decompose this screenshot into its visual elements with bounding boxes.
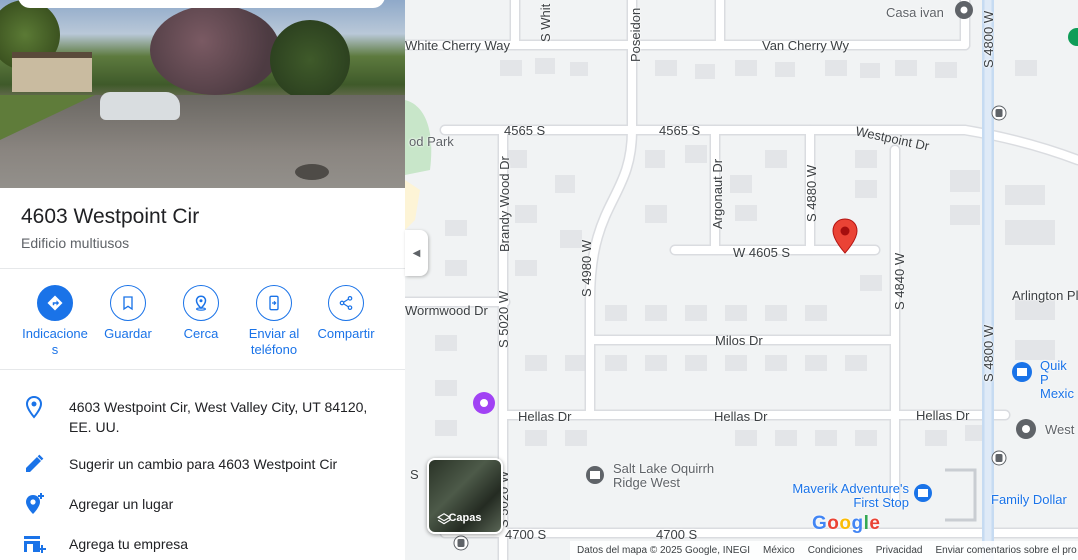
add-business-text: Agrega tu empresa — [69, 536, 189, 552]
feedback-link[interactable]: Enviar comentarios sobre el pro — [935, 545, 1076, 556]
street-label: Hellas Dr — [518, 409, 572, 424]
street-label: Hellas Dr — [916, 408, 970, 423]
park-label: od Park — [409, 134, 454, 149]
nearby-button[interactable]: Cerca — [165, 285, 237, 342]
street-label: White Cherry Way — [405, 38, 510, 53]
street-label: S 4880 W — [804, 164, 819, 222]
search-box-edge — [18, 0, 385, 8]
add-business-row[interactable]: Agrega tu empresa — [0, 532, 405, 556]
share-icon — [328, 285, 364, 321]
add-place-text: Agregar un lugar — [69, 496, 174, 512]
send-to-phone-button[interactable]: Enviar al teléfono — [238, 285, 310, 358]
street-label: S 4840 W — [892, 252, 907, 310]
divider — [0, 268, 405, 269]
share-button[interactable]: Compartir — [310, 285, 382, 342]
street-label: Milos Dr — [715, 333, 763, 348]
street-label: S 4800 W — [981, 324, 996, 382]
green-marker — [1068, 28, 1078, 46]
street-label: S 4980 W — [579, 239, 594, 297]
street-label: Wormwood Dr — [405, 303, 488, 318]
street-label: Van Cherry Wy — [762, 38, 850, 53]
map-data-credit: Datos del mapa © 2025 Google, INEGI — [577, 545, 751, 556]
street-label: Brandy Wood Dr — [497, 156, 512, 252]
parking-lot — [945, 468, 977, 522]
privacy-link[interactable]: Privacidad — [876, 545, 923, 556]
address-row[interactable]: 4603 Westpoint Cir, West Valley City, UT… — [0, 395, 405, 437]
add-business-icon — [22, 532, 46, 556]
street-label: 4700 S — [505, 527, 547, 542]
send-to-phone-icon — [256, 285, 292, 321]
street-label: S Whit — [538, 3, 553, 42]
street-label: W 4605 S — [733, 245, 791, 260]
street-label: Arlington Pl — [1012, 288, 1078, 303]
place-category: Edificio multiusos — [21, 235, 130, 251]
suggest-edit-text: Sugerir un cambio para 4603 Westpoint Ci… — [69, 456, 338, 472]
suggest-edit-row[interactable]: Sugerir un cambio para 4603 Westpoint Ci… — [0, 452, 405, 476]
layers-button[interactable]: Capas — [427, 458, 503, 534]
street-label: 4565 S — [504, 123, 546, 138]
save-label: Guardar — [104, 326, 152, 341]
save-button[interactable]: Guardar — [92, 285, 164, 342]
nearby-label: Cerca — [183, 326, 219, 341]
photo-house — [12, 52, 92, 92]
directions-label: Indicaciones — [22, 326, 88, 357]
share-label: Compartir — [317, 326, 375, 341]
directions-icon — [37, 285, 73, 321]
poi-label[interactable]: Quik P Mexic — [1040, 359, 1078, 401]
add-location-icon — [22, 492, 46, 516]
street-label: 4700 S — [656, 527, 698, 542]
poi-label[interactable]: Salt Lake Oquirrh Ridge West — [613, 462, 733, 490]
country-link[interactable]: México — [763, 545, 795, 556]
bookmark-icon — [110, 285, 146, 321]
send-to-phone-label: Enviar al teléfono — [248, 326, 300, 357]
attribution-bar: Datos del mapa © 2025 Google, INEGI Méxi… — [570, 541, 1078, 560]
street-label: Argonaut Dr — [710, 158, 725, 229]
location-pin-icon — [22, 395, 46, 419]
street-view-photo[interactable] — [0, 0, 405, 188]
street-label: S — [410, 467, 419, 482]
directions-button[interactable]: Indicaciones — [19, 285, 91, 358]
photo-tree — [150, 5, 280, 95]
street-label: Hellas Dr — [714, 409, 768, 424]
terms-link[interactable]: Condiciones — [808, 545, 863, 556]
photo-car — [100, 92, 180, 120]
place-panel: 4603 Westpoint Cir Edificio multiusos In… — [0, 0, 405, 560]
map-canvas[interactable]: White Cherry Way Van Cherry Wy 4565 S 45… — [405, 0, 1078, 560]
layers-label: Capas — [448, 512, 482, 524]
nearby-icon — [183, 285, 219, 321]
chevron-left-icon: ◀ — [412, 247, 421, 259]
street-label: 4565 S — [659, 123, 701, 138]
street-label: Poseidon — [628, 7, 643, 62]
pencil-icon — [22, 452, 46, 476]
photo-tree — [270, 20, 350, 100]
action-bar: Indicaciones Guardar Cerca Enviar al tel… — [0, 285, 405, 365]
photo-manhole — [295, 164, 329, 180]
poi-label[interactable]: Family Dollar — [991, 492, 1067, 507]
add-place-row[interactable]: Agregar un lugar — [0, 492, 405, 516]
place-title: 4603 Westpoint Cir — [21, 205, 200, 228]
street-label: S 5020 W — [496, 290, 511, 348]
land-area — [405, 180, 420, 230]
address-text: 4603 Westpoint Cir, West Valley City, UT… — [69, 399, 368, 435]
divider — [0, 369, 405, 370]
street-label: S 4800 W — [981, 10, 996, 68]
collapse-panel-button[interactable]: ◀ — [405, 230, 428, 276]
poi-label[interactable]: West — [1045, 422, 1074, 437]
poi-label[interactable]: Maverik Adventure's First Stop — [779, 482, 909, 510]
google-logo: Google — [812, 513, 881, 534]
poi-label[interactable]: Casa ivan — [886, 5, 944, 20]
